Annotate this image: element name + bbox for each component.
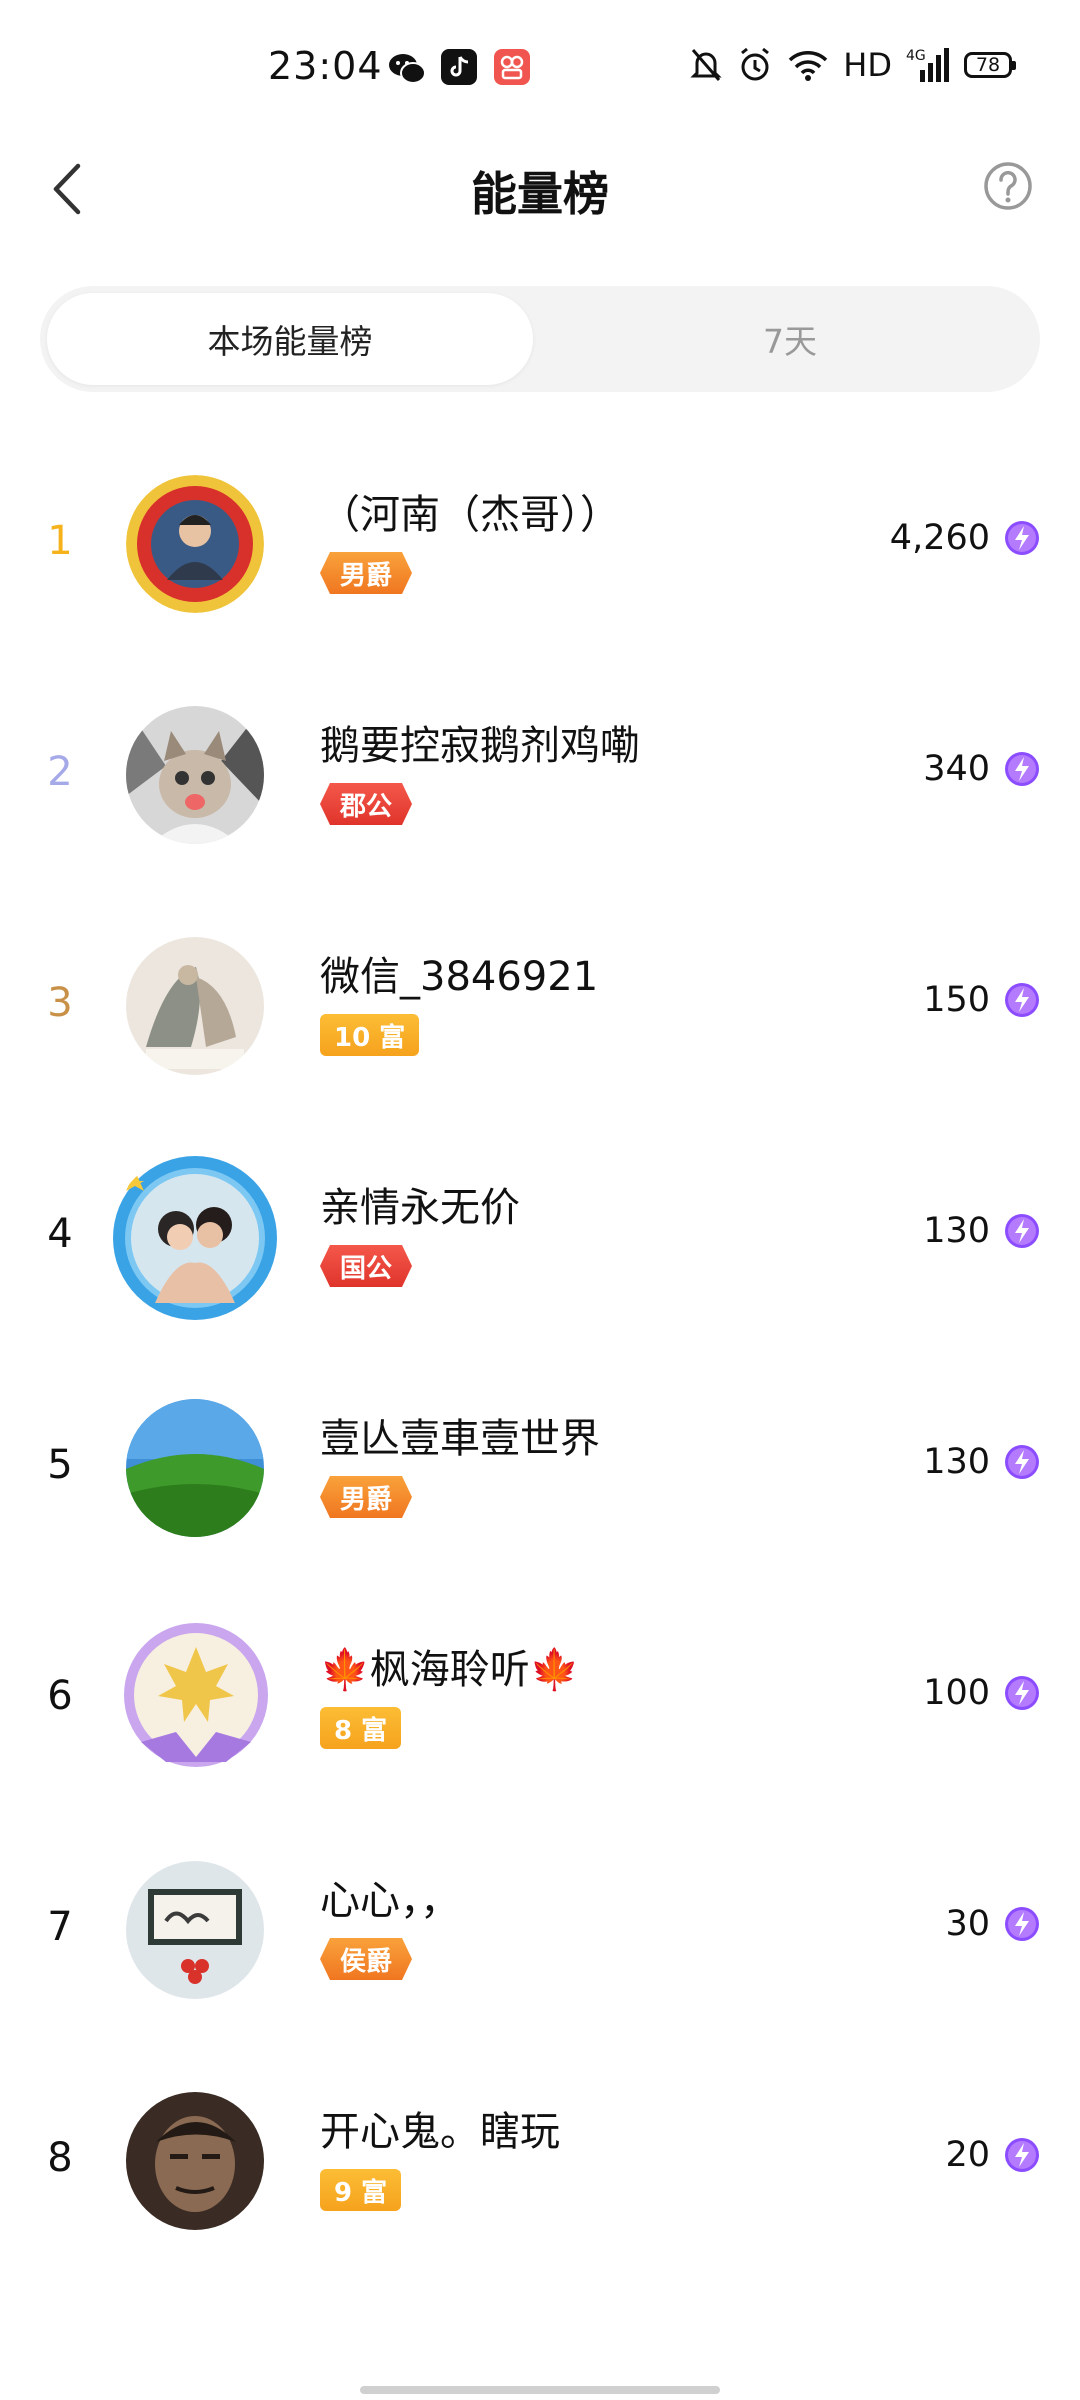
page-title: 能量榜 bbox=[471, 167, 609, 221]
status-right: HD 4G 78 bbox=[689, 46, 1016, 84]
energy-icon bbox=[1005, 983, 1039, 1017]
energy-score: 130 bbox=[923, 1442, 990, 1482]
screen: 23:04 HD 4G 78 能量榜 本场能量榜 7天 1 （河南（杰哥）） 男… bbox=[0, 0, 1080, 2400]
energy-score: 20 bbox=[945, 2135, 990, 2175]
tab-7-days[interactable]: 7天 bbox=[547, 293, 1033, 385]
user-name: 心心，， bbox=[320, 1878, 460, 1924]
rank-number: 8 bbox=[47, 2135, 73, 2181]
user-name: 鹅要控寂鹅剂鸡嘞 bbox=[320, 723, 640, 769]
avatar[interactable] bbox=[116, 1617, 276, 1777]
user-name: 微信_3846921 bbox=[320, 954, 599, 1000]
energy-icon bbox=[1005, 521, 1039, 555]
energy-icon bbox=[1005, 2138, 1039, 2172]
rank-number: 5 bbox=[47, 1442, 73, 1488]
wealth-level-badge: 8 富 bbox=[320, 1707, 402, 1749]
user-name: （河南（杰哥）） bbox=[320, 492, 620, 538]
energy-icon bbox=[1005, 1445, 1039, 1479]
energy-icon bbox=[1005, 1907, 1039, 1941]
title-badge: 郡公 bbox=[320, 783, 412, 825]
rank-number: 3 bbox=[47, 980, 73, 1026]
leaderboard-row[interactable]: 4 亲情永无价 国公 130 bbox=[0, 1133, 1080, 1364]
home-indicator[interactable] bbox=[360, 2386, 720, 2394]
leaderboard-row[interactable]: 7 心心，， 侯爵 30 bbox=[0, 1826, 1080, 2057]
energy-icon bbox=[1005, 1676, 1039, 1710]
leaderboard-list: 1 （河南（杰哥）） 男爵 4,260 2 鹅要控寂鹅剂鸡嘞 郡公 340 3 … bbox=[0, 440, 1080, 2288]
leaderboard-row[interactable]: 8 开心鬼。瞎玩 9 富 20 bbox=[0, 2057, 1080, 2288]
rank-number: 6 bbox=[47, 1673, 73, 1719]
question-circle-icon bbox=[984, 162, 1032, 210]
avatar[interactable] bbox=[110, 1153, 280, 1323]
energy-score: 340 bbox=[923, 749, 990, 789]
title-badge: 男爵 bbox=[320, 1476, 412, 1518]
status-bar: 23:04 HD 4G 78 bbox=[0, 0, 1080, 136]
tiktok-icon bbox=[441, 49, 477, 85]
signal-icon: 4G bbox=[906, 48, 949, 82]
leaderboard-row[interactable]: 2 鹅要控寂鹅剂鸡嘞 郡公 340 bbox=[0, 671, 1080, 902]
energy-score: 4,260 bbox=[889, 518, 990, 558]
wealth-level-badge: 10 富 bbox=[320, 1014, 420, 1056]
avatar[interactable] bbox=[126, 937, 264, 1075]
title-badge: 国公 bbox=[320, 1245, 412, 1287]
leaderboard-row[interactable]: 3 微信_3846921 10 富 150 bbox=[0, 902, 1080, 1133]
rank-number: 7 bbox=[47, 1904, 73, 1950]
status-time: 23:04 bbox=[268, 44, 383, 88]
network-type-label: 4G bbox=[906, 48, 926, 64]
leaderboard-row[interactable]: 1 （河南（杰哥）） 男爵 4,260 bbox=[0, 440, 1080, 671]
rank-number: 2 bbox=[47, 749, 73, 795]
leaderboard-row[interactable]: 5 壹亾壹車壹世界 男爵 130 bbox=[0, 1364, 1080, 1595]
title-badge: 侯爵 bbox=[320, 1938, 412, 1980]
user-name: 🍁枫海聆听🍁 bbox=[320, 1647, 580, 1693]
avatar[interactable] bbox=[126, 2092, 264, 2230]
energy-score: 150 bbox=[923, 980, 990, 1020]
energy-score: 100 bbox=[923, 1673, 990, 1713]
rank-number: 4 bbox=[47, 1211, 73, 1257]
rank-number: 1 bbox=[47, 518, 73, 564]
avatar[interactable] bbox=[126, 1399, 264, 1537]
alarm-icon bbox=[741, 47, 770, 81]
avatar[interactable] bbox=[126, 706, 264, 844]
mute-bell-icon bbox=[690, 49, 722, 81]
app-notification-icon bbox=[494, 49, 530, 85]
wifi-icon bbox=[789, 51, 828, 81]
energy-icon bbox=[1005, 752, 1039, 786]
user-name: 亲情永无价 bbox=[320, 1185, 520, 1231]
avatar[interactable] bbox=[126, 475, 264, 613]
title-badge: 男爵 bbox=[320, 552, 412, 594]
avatar[interactable] bbox=[126, 1861, 264, 1999]
energy-icon bbox=[1005, 1214, 1039, 1248]
tab-switcher: 本场能量榜 7天 bbox=[40, 286, 1040, 392]
network-hd-label: HD bbox=[843, 46, 892, 84]
battery-indicator: 78 bbox=[964, 52, 1016, 78]
wealth-level-badge: 9 富 bbox=[320, 2169, 402, 2211]
wechat-icon bbox=[389, 54, 426, 84]
tab-current-session[interactable]: 本场能量榜 bbox=[47, 293, 533, 385]
user-name: 开心鬼。瞎玩 bbox=[320, 2109, 560, 2155]
user-name: 壹亾壹車壹世界 bbox=[320, 1416, 600, 1462]
help-button[interactable] bbox=[978, 156, 1038, 216]
energy-score: 30 bbox=[945, 1904, 990, 1944]
leaderboard-row[interactable]: 6 🍁枫海聆听🍁 8 富 100 bbox=[0, 1595, 1080, 1826]
header: 能量榜 bbox=[0, 136, 1080, 246]
energy-score: 130 bbox=[923, 1211, 990, 1251]
